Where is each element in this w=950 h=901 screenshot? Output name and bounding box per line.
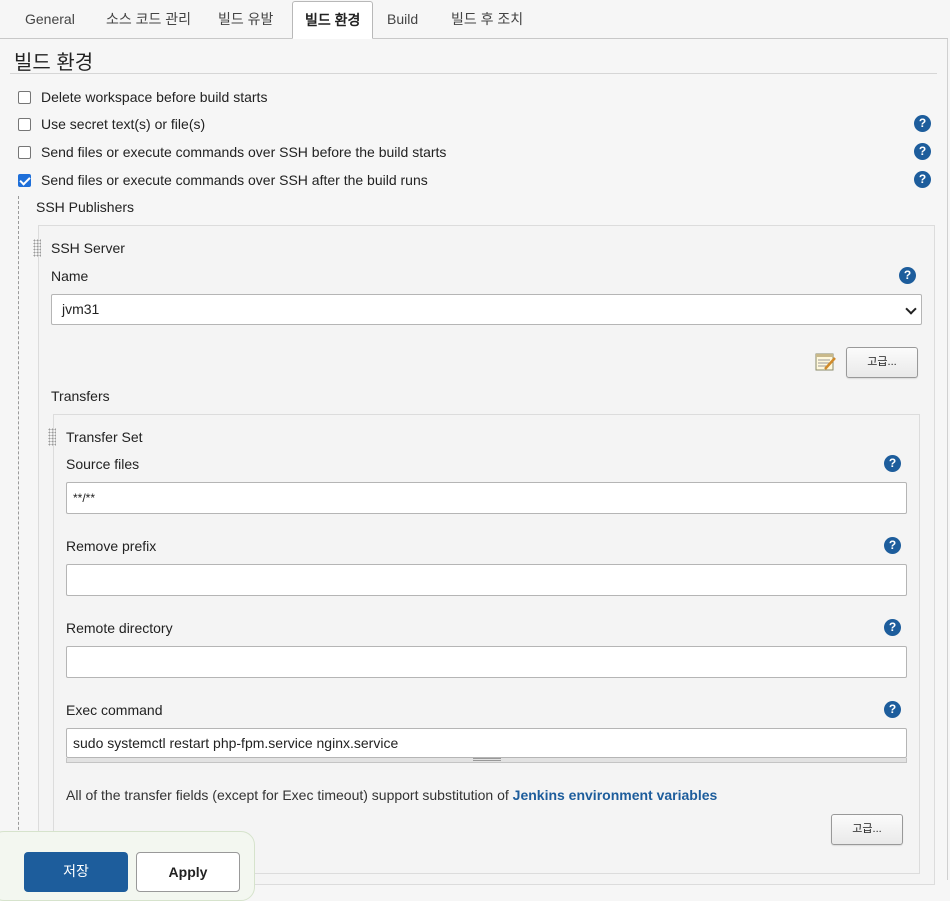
source-files-label: Source files [66, 456, 140, 472]
help-icon[interactable]: ? [884, 537, 901, 554]
exec-command-label: Exec command [66, 702, 163, 718]
delete-workspace-checkbox[interactable] [18, 90, 31, 104]
save-button[interactable]: 저장 [24, 852, 128, 892]
ssh-server-name-value: jvm31 [62, 301, 100, 317]
section-title: 빌드 환경 [14, 52, 94, 74]
ssh-after-build-label: Send files or execute commands over SSH … [41, 172, 428, 188]
substitution-note: All of the transfer fields (except for E… [66, 787, 717, 803]
delete-workspace-label: Delete workspace before build starts [41, 89, 268, 105]
remove-prefix-label: Remove prefix [66, 538, 157, 554]
use-secret-checkbox[interactable] [18, 117, 31, 131]
exec-command-textarea[interactable]: sudo systemctl restart php-fpm.service n… [66, 728, 907, 758]
tab-source-code-management[interactable]: 소스 코드 관리 [94, 0, 203, 39]
help-icon[interactable]: ? [899, 267, 916, 284]
ssh-after-build-checkbox[interactable] [18, 173, 31, 187]
notepad-icon[interactable] [815, 352, 837, 372]
help-icon[interactable]: ? [884, 619, 901, 636]
option-ssh-after-build: Send files or execute commands over SSH … [18, 170, 428, 190]
remove-prefix-input[interactable] [66, 564, 907, 596]
nested-section-guide [18, 196, 19, 880]
substitution-note-text: All of the transfer fields (except for E… [66, 787, 513, 803]
ssh-server-advanced-button[interactable]: 고급... [846, 347, 918, 378]
ssh-server-name-select[interactable]: jvm31 [51, 294, 922, 325]
use-secret-label: Use secret text(s) or file(s) [41, 116, 206, 132]
help-icon[interactable]: ? [914, 171, 931, 188]
source-files-input[interactable]: **/** [66, 482, 907, 514]
option-use-secret: Use secret text(s) or file(s) [18, 114, 205, 134]
name-label: Name [51, 268, 89, 284]
ssh-server-label: SSH Server [51, 240, 125, 256]
tab-build-triggers[interactable]: 빌드 유발 [206, 0, 285, 39]
tab-build-environment[interactable]: 빌드 환경 [292, 1, 374, 39]
option-delete-workspace: Delete workspace before build starts [18, 87, 267, 107]
drag-handle-icon[interactable] [48, 428, 56, 446]
textarea-resize-handle[interactable] [66, 758, 907, 763]
jenkins-env-vars-link[interactable]: Jenkins environment variables [513, 787, 718, 803]
help-icon[interactable]: ? [914, 143, 931, 160]
ssh-publishers-label: SSH Publishers [36, 199, 135, 215]
transfer-set-label: Transfer Set [66, 429, 143, 445]
ssh-before-build-checkbox[interactable] [18, 145, 31, 159]
tab-post-build-actions[interactable]: 빌드 후 조치 [439, 0, 535, 39]
tab-general[interactable]: General [13, 0, 87, 39]
remote-directory-label: Remote directory [66, 620, 173, 636]
section-divider [10, 73, 937, 74]
remote-directory-input[interactable] [66, 646, 907, 678]
transfers-label: Transfers [51, 388, 110, 404]
tab-build[interactable]: Build [375, 0, 430, 39]
help-icon[interactable]: ? [914, 115, 931, 132]
chevron-down-icon [905, 303, 917, 315]
transfer-set-advanced-button[interactable]: 고급... [831, 814, 903, 845]
tab-bar: General 소스 코드 관리 빌드 유발 빌드 환경 Build 빌드 후 … [0, 0, 948, 39]
drag-handle-icon[interactable] [33, 239, 41, 257]
apply-button[interactable]: Apply [136, 852, 240, 892]
help-icon[interactable]: ? [884, 701, 901, 718]
resize-grip-icon [473, 758, 501, 761]
option-ssh-before-build: Send files or execute commands over SSH … [18, 142, 446, 162]
help-icon[interactable]: ? [884, 455, 901, 472]
ssh-before-build-label: Send files or execute commands over SSH … [41, 144, 447, 160]
